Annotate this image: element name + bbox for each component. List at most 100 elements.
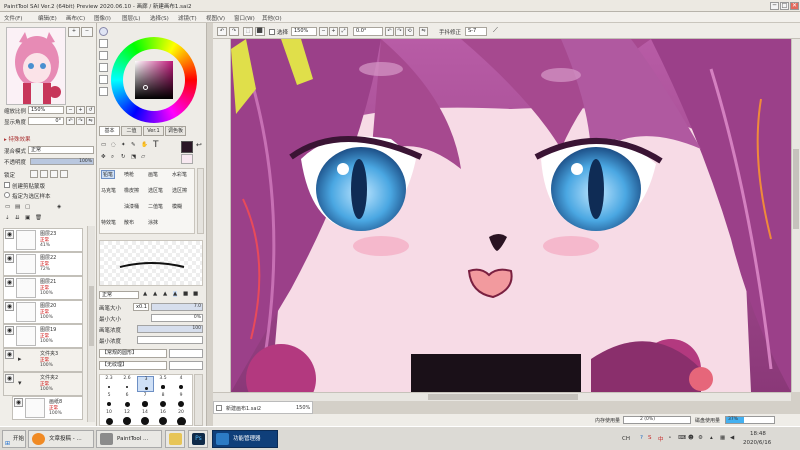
menu-window[interactable]: 窗口(W) [234, 14, 255, 22]
menu-file[interactable]: 文件(F) [4, 14, 22, 22]
select-source-checkbox[interactable] [4, 192, 10, 198]
eye-icon[interactable]: ◉ [14, 398, 23, 407]
brush-size-cell[interactable]: 3 [137, 376, 154, 392]
invert-selection-button[interactable]: ⬛ [255, 27, 265, 36]
taskbar-photoshop[interactable]: Ps [188, 430, 208, 448]
nav-zoom-in-button[interactable]: + [68, 27, 80, 37]
brush-mode-select[interactable]: 正常 [99, 291, 139, 299]
canvas-horizontal-scrollbar[interactable] [213, 392, 791, 401]
zoom-icon[interactable]: ⌕ [111, 154, 114, 161]
canvas-zoom-in-button[interactable]: + [329, 27, 338, 36]
brush-size-cell[interactable]: 8 [155, 393, 172, 409]
brush-shape-select[interactable]: 【常规的圆形】 [99, 349, 167, 358]
color-rgb-toggle-icon[interactable] [99, 39, 108, 48]
lock-move-button[interactable] [40, 170, 48, 178]
color-wheel[interactable] [111, 37, 197, 123]
show-selection-checkbox[interactable] [269, 29, 275, 35]
deselect-button[interactable]: ⬚ [243, 27, 253, 36]
tool-blur[interactable]: 模糊 [172, 203, 182, 210]
tool-watercolor[interactable]: 水彩笔 [172, 171, 187, 178]
swap-colors-icon[interactable]: ↩ [196, 141, 202, 149]
menu-select[interactable]: 选择(S) [150, 14, 169, 22]
close-button[interactable]: ✕ [790, 2, 799, 10]
layer-item[interactable]: ◉ 图层22 正常 72% [3, 252, 83, 276]
canvas-zoom-reset-button[interactable]: ⤢ [339, 27, 348, 36]
layer-item[interactable]: ◉ 图层19 正常 100% [3, 324, 83, 348]
background-color-swatch[interactable] [181, 154, 193, 164]
tray-chevron-icon[interactable]: ▴ [710, 435, 713, 441]
merge-down-icon[interactable]: ⇊ [15, 215, 20, 221]
eyedropper-icon[interactable]: ✎ [131, 142, 136, 148]
taskbar-painttool[interactable]: PaintTool ... [96, 430, 162, 448]
eye-icon[interactable]: ◉ [5, 374, 14, 383]
tool-marker[interactable]: 马克笔 [101, 187, 116, 194]
brush-tip-5-icon[interactable]: ■ [183, 291, 188, 297]
navigator-preview[interactable] [6, 27, 66, 105]
tool-bucket[interactable]: 油漆桶 [124, 203, 139, 210]
color-hsv-toggle-icon[interactable] [99, 51, 108, 60]
line-tool-icon[interactable]: ⟋ [493, 26, 498, 35]
brush-texture-select[interactable]: 【无纹理】 [99, 361, 167, 370]
tool-scatter[interactable]: 散布 [124, 219, 134, 226]
scratchpad-toggle-icon[interactable] [99, 87, 108, 96]
canvas-rotate-right-button[interactable]: ↷ [395, 27, 404, 36]
taskbar-manager[interactable]: 功能管理器 [212, 430, 278, 448]
magic-wand-icon[interactable]: ✦ [121, 142, 126, 148]
brush-size-cell[interactable]: 16 [155, 410, 172, 425]
lock-paint-button[interactable] [50, 170, 58, 178]
canvas-flip-button[interactable]: ⇋ [419, 27, 428, 36]
clock-time[interactable]: 18:48 [750, 431, 766, 437]
tool-select-pen[interactable]: 选区笔 [148, 187, 163, 194]
brush-size-scrollbar[interactable] [194, 374, 203, 426]
min-density-slider[interactable] [137, 336, 203, 344]
nav-zoom-out-button[interactable]: − [81, 27, 93, 37]
network-icon[interactable]: ▦ [720, 435, 725, 441]
brush-tip-2-icon[interactable]: ▲ [153, 291, 157, 297]
drawing-canvas[interactable] [231, 39, 791, 392]
menu-image[interactable]: 图像(I) [94, 14, 111, 22]
maximize-button[interactable]: □ [780, 2, 789, 10]
new-linework-icon[interactable]: ▤ [15, 204, 20, 210]
lasso-icon[interactable]: ◌ [111, 142, 116, 148]
minimize-button[interactable]: ─ [770, 2, 779, 10]
tool-brush[interactable]: 画笔 [148, 171, 158, 178]
canvas-zoom-out-button[interactable]: − [319, 27, 328, 36]
move-icon[interactable]: ✥ [101, 154, 106, 160]
zoom-out-button[interactable]: − [66, 106, 75, 114]
canvas-angle-select[interactable]: 0.0° [353, 27, 383, 36]
tool-binary-pen[interactable]: 二值笔 [148, 203, 163, 210]
brush-size-cell[interactable]: 9 [173, 393, 190, 409]
folder-item[interactable]: ◉ ▾ 文件夹2 正常 100% [3, 372, 83, 396]
text-tool-icon[interactable]: T [153, 140, 159, 150]
brush-size-cell[interactable]: 6 [119, 393, 136, 409]
brush-size-slider[interactable]: 7.0 [151, 303, 203, 311]
eye-icon[interactable]: ◉ [5, 230, 14, 239]
new-layer-icon[interactable]: ▭ [5, 204, 10, 210]
menu-filter[interactable]: 滤镜(T) [178, 14, 197, 22]
brush-texture-strength[interactable] [169, 361, 203, 370]
layer-scrollbar[interactable] [87, 226, 95, 422]
brush-size-cell[interactable]: 10 [101, 410, 118, 425]
tab-ver1[interactable]: Ver.1 [143, 126, 164, 136]
brush-tip-6-icon[interactable]: ■ [193, 291, 198, 297]
eye-icon[interactable]: ◉ [5, 278, 14, 287]
hand-icon[interactable]: ✋ [141, 142, 148, 148]
lock-alpha-button[interactable] [60, 170, 68, 178]
brush-size-cell[interactable]: 2.6 [119, 376, 136, 392]
brush-tip-1-icon[interactable]: ▲ [143, 291, 147, 297]
rect-select-icon[interactable]: ▭ [101, 142, 106, 148]
brush-size-cell[interactable]: 12 [119, 410, 136, 425]
menu-other[interactable]: 其他(O) [262, 14, 282, 22]
rotate-left-button[interactable]: ↶ [66, 117, 75, 125]
settings-icon[interactable]: ⚙ [698, 435, 703, 441]
stabilizer-select[interactable]: S-7 [465, 27, 487, 36]
brush-size-cell[interactable]: 20 [173, 410, 190, 425]
menu-canvas[interactable]: 画布(C) [66, 14, 85, 22]
eye-icon[interactable]: ◉ [5, 326, 14, 335]
brush-size-multiplier[interactable]: x0.1 [133, 303, 149, 311]
canvas-rotate-left-button[interactable]: ↶ [385, 27, 394, 36]
help-icon[interactable]: ? [640, 435, 643, 441]
density-slider[interactable]: 100 [137, 325, 203, 333]
eye-icon[interactable]: ◉ [5, 302, 14, 311]
color-wheel-toggle-icon[interactable] [99, 27, 108, 36]
